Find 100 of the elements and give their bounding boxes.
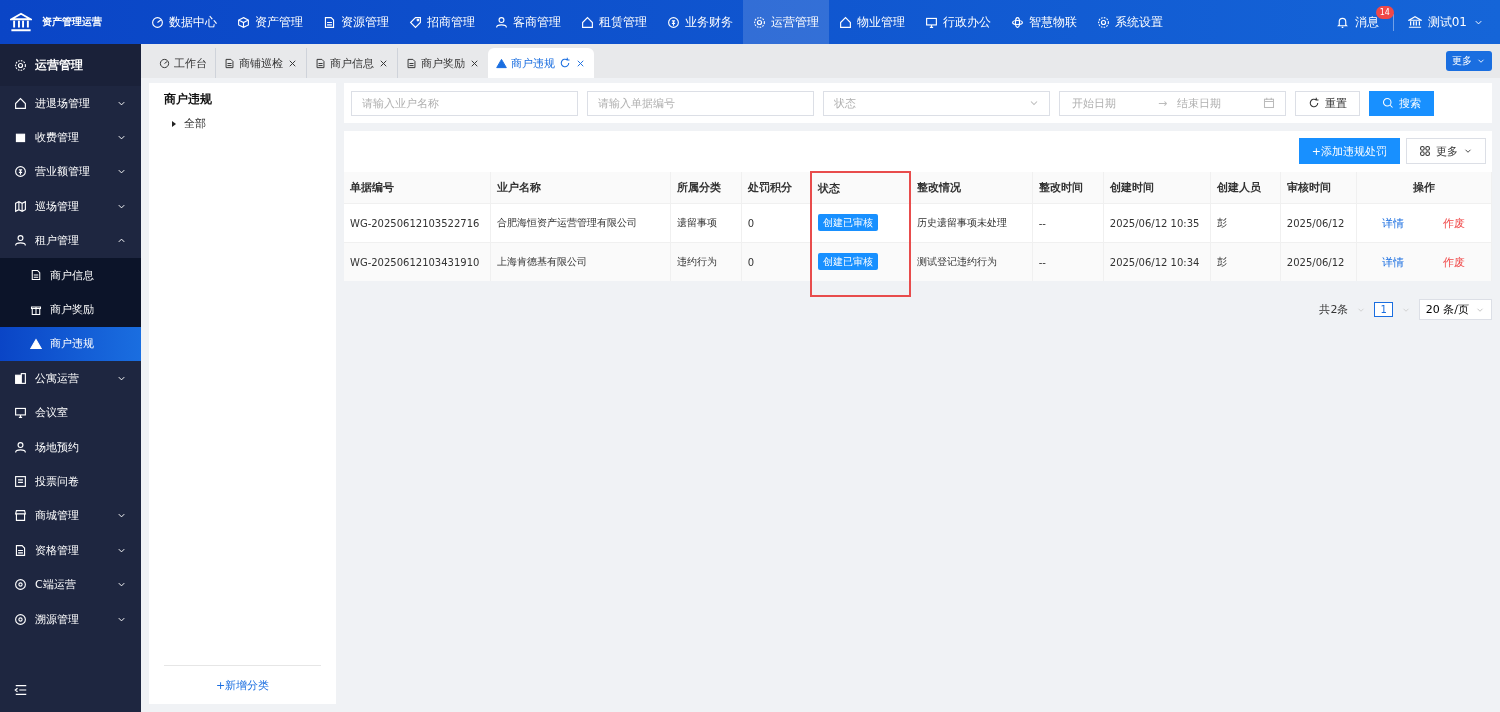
page-size-select[interactable]: 20 条/页	[1418, 299, 1492, 320]
nav-item[interactable]: 运营管理	[743, 0, 829, 44]
details-link[interactable]: 详情	[1382, 254, 1405, 270]
input-field[interactable]: 请输入单据编号	[587, 90, 814, 116]
sidebar-item[interactable]: 场地预约	[0, 429, 141, 465]
nav-item[interactable]: 智慧物联	[1001, 0, 1087, 44]
range-separator: →	[1157, 96, 1168, 110]
void-link[interactable]: 作废	[1443, 215, 1466, 231]
nav-item[interactable]: 系统设置	[1087, 0, 1173, 44]
sidebar-item[interactable]: 会议室	[0, 395, 141, 430]
table-cell: 2025/06/12 10:35	[1109, 217, 1200, 229]
warning-icon	[30, 337, 42, 350]
table-cell: WG-20250612103431910	[350, 256, 480, 268]
monitor-icon	[14, 406, 27, 420]
gift-icon	[30, 303, 42, 316]
building-icon	[14, 371, 27, 385]
tag-icon	[409, 15, 422, 29]
store-icon	[14, 509, 27, 523]
tab[interactable]: 商户信息	[306, 48, 397, 78]
gear-icon	[14, 58, 27, 72]
sidebar-item[interactable]: 营业额管理	[0, 154, 141, 190]
sidebar-subitem[interactable]: 商户信息	[0, 257, 141, 293]
sidebar-item[interactable]: 巡场管理	[0, 189, 141, 224]
refresh-icon	[559, 57, 571, 69]
column-header: 整改时间	[1032, 172, 1104, 204]
page-button[interactable]: 1	[1374, 302, 1393, 317]
document-icon	[224, 57, 235, 69]
sidebar-item[interactable]: 进退场管理	[0, 86, 141, 121]
sidebar-item[interactable]: 收费管理	[0, 120, 141, 155]
table-cell: WG-20250612103522716	[350, 217, 480, 229]
more-button[interactable]: 更多	[1446, 51, 1492, 71]
sidebar-item[interactable]: C端运营	[0, 567, 141, 602]
nav-item[interactable]: 物业管理	[829, 0, 915, 44]
table-cell: 0	[747, 256, 755, 268]
user-name[interactable]: 测试01	[1427, 13, 1467, 31]
column-header: 处罚积分	[741, 172, 812, 204]
warning-icon	[496, 57, 507, 69]
nav-item[interactable]: 资产管理	[227, 0, 313, 44]
sidebar-subitem[interactable]: 商户违规	[0, 326, 141, 362]
column-header: 所属分类	[670, 172, 742, 204]
table-cell: 遗留事项	[676, 217, 717, 228]
house-icon	[839, 15, 852, 29]
tab[interactable]: 商户违规	[488, 48, 594, 78]
nav-item[interactable]: 数据中心	[141, 0, 227, 44]
end-date-input[interactable]: 结束日期	[1175, 95, 1255, 111]
column-header: 创建时间	[1103, 172, 1211, 204]
app-title: 资产管理运营	[42, 15, 102, 29]
circle-icon	[151, 15, 164, 29]
table-cell: 合肥海恒资产运营管理有限公司	[496, 217, 637, 228]
sidebar-title: 运营管理	[35, 56, 83, 74]
nav-item[interactable]: 招商管理	[399, 0, 485, 44]
refresh-icon	[1308, 97, 1320, 109]
column-header: 单据编号	[344, 172, 491, 204]
reset-button[interactable]: 重置	[1295, 90, 1360, 116]
document-icon	[406, 57, 417, 69]
sidebar-item[interactable]: 溯源管理	[0, 601, 141, 637]
table-cell: 历史遗留事项未处理	[917, 217, 1008, 228]
document-icon	[315, 57, 326, 69]
collapse-icon	[14, 683, 28, 697]
status-select[interactable]: 状态	[823, 90, 1050, 116]
sidebar-item[interactable]: 资格管理	[0, 533, 141, 568]
panel-title: 商户违规	[164, 91, 213, 108]
nav-item[interactable]: 资源管理	[313, 0, 399, 44]
table-cell: 上海肯德基有限公司	[496, 256, 587, 267]
add-category-button[interactable]: +新增分类	[164, 665, 321, 694]
input-field[interactable]: 请输入业户名称	[351, 90, 578, 116]
sidebar-item[interactable]: 租户管理	[0, 223, 141, 258]
document-icon	[30, 269, 42, 282]
table-cell: --	[1038, 256, 1046, 268]
void-link[interactable]: 作废	[1443, 254, 1466, 270]
map-icon	[14, 199, 27, 213]
bell-icon	[1335, 15, 1349, 29]
circle-icon	[159, 57, 170, 69]
grid-icon	[1419, 145, 1431, 157]
tree-item[interactable]: 全部	[164, 116, 321, 131]
tab[interactable]: 工作台	[151, 48, 215, 78]
column-header: 审核时间	[1280, 172, 1357, 204]
nav-item[interactable]: 客商管理	[485, 0, 571, 44]
nav-item[interactable]: 行政办公	[915, 0, 1001, 44]
status-tag: 创建已审核	[818, 214, 879, 231]
more-button[interactable]: 更多	[1406, 138, 1486, 164]
box-icon	[14, 131, 27, 145]
monitor-icon	[925, 15, 938, 29]
bank-icon	[10, 11, 32, 33]
sidebar-item[interactable]: 公寓运营	[0, 361, 141, 396]
nav-item[interactable]: 租赁管理	[571, 0, 657, 44]
details-link[interactable]: 详情	[1382, 215, 1405, 231]
column-header: 操作	[1356, 172, 1492, 204]
start-date-input[interactable]: 开始日期	[1070, 95, 1150, 111]
cube-icon	[237, 15, 250, 29]
sidebar-item[interactable]: 投票问卷	[0, 464, 141, 499]
tab[interactable]: 商铺巡检	[215, 48, 306, 78]
person-icon	[495, 15, 508, 29]
table-cell: --	[1038, 217, 1046, 229]
sidebar-subitem[interactable]: 商户奖励	[0, 292, 141, 327]
document-icon	[14, 543, 27, 557]
table-cell: 2025/06/12 10:34	[1109, 256, 1200, 268]
nav-item[interactable]: 业务财务	[657, 0, 743, 44]
sidebar-item[interactable]: 商城管理	[0, 498, 141, 534]
list-icon	[14, 475, 27, 488]
